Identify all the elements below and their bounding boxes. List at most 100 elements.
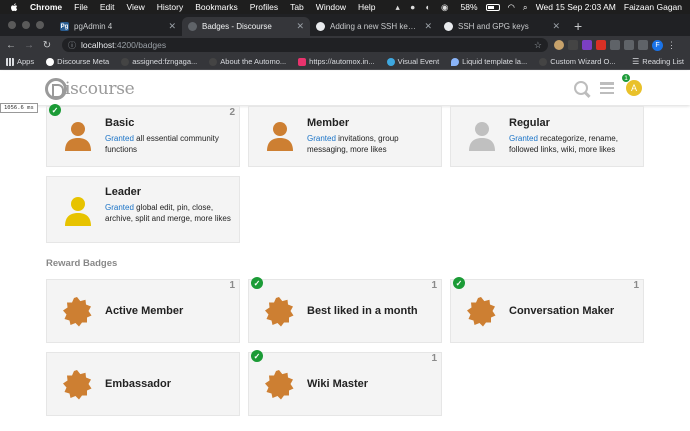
badge-name[interactable]: Basic: [105, 117, 134, 129]
badge-card-conversation-maker[interactable]: ✓ 1 Conversation Maker: [450, 277, 644, 343]
reward-badges-heading: Reward Badges: [46, 258, 118, 269]
search-icon[interactable]: [574, 81, 588, 95]
close-tab-icon[interactable]: ✕: [168, 21, 176, 32]
badge-card-best-liked[interactable]: ✓ 1 Best liked in a month: [248, 277, 442, 343]
zoom-window-icon[interactable]: [36, 21, 44, 29]
bookmark-liquid[interactable]: Liquid template la...: [451, 57, 527, 66]
info-icon[interactable]: ⓘ: [68, 40, 76, 51]
reading-list[interactable]: ☰ Reading List: [632, 57, 690, 66]
notification-badge[interactable]: 1: [621, 73, 631, 83]
extension-cookie-icon[interactable]: [554, 40, 564, 50]
extension-gray-icon[interactable]: [610, 40, 620, 50]
bookmark-visual-event[interactable]: Visual Event: [386, 57, 439, 66]
search-icon[interactable]: ⌕: [523, 2, 528, 13]
badge-count: 1: [431, 353, 437, 364]
tab-ssh-gpg[interactable]: SSH and GPG keys ✕: [438, 17, 566, 36]
apple-icon[interactable]: [10, 2, 18, 12]
bookmark-favicon-icon: [121, 57, 130, 66]
extension-window-icon[interactable]: [624, 40, 634, 50]
bookmark-custom-wizard[interactable]: Custom Wizard O...: [539, 57, 616, 66]
granted-link[interactable]: Granted: [105, 203, 134, 212]
bookmark-apps[interactable]: Apps: [6, 57, 34, 66]
badge-description: Granted all essential community function…: [105, 134, 219, 154]
badge-name[interactable]: Conversation Maker: [509, 305, 614, 317]
wifi-icon[interactable]: ◠: [508, 2, 515, 13]
menu-window[interactable]: Window: [316, 2, 346, 12]
close-tab-icon[interactable]: ✕: [552, 21, 560, 32]
menu-view[interactable]: View: [126, 2, 144, 12]
minimize-window-icon[interactable]: [22, 21, 30, 29]
menu-help[interactable]: Help: [358, 2, 375, 12]
menu-profiles[interactable]: Profiles: [250, 2, 278, 12]
browser-toolbar: ← → ↻ ⓘ localhost:4200/badges ☆ F ⋮: [0, 36, 690, 54]
tab-title: Adding a new SSH key to your: [330, 22, 419, 31]
user-avatar[interactable]: 1 A: [621, 73, 642, 96]
menu-history[interactable]: History: [157, 2, 183, 12]
granted-link[interactable]: Granted: [105, 134, 134, 143]
extensions-icon[interactable]: [638, 40, 648, 50]
more-menu-icon[interactable]: ⋮: [667, 40, 676, 51]
hamburger-menu-icon[interactable]: [600, 82, 614, 94]
discourse-icon: [46, 57, 55, 66]
close-window-icon[interactable]: [8, 21, 16, 29]
menu-tab[interactable]: Tab: [290, 2, 304, 12]
menu-edit[interactable]: Edit: [100, 2, 115, 12]
forward-button[interactable]: →: [20, 40, 38, 51]
granted-check-icon: ✓: [251, 277, 263, 289]
back-button[interactable]: ←: [2, 40, 20, 51]
clock[interactable]: Wed 15 Sep 2:03 AM: [536, 2, 616, 12]
badge-card-wiki-master[interactable]: ✓ 1 Wiki Master: [248, 350, 442, 416]
bookmark-about-automox[interactable]: About the Automo...: [209, 57, 286, 66]
timing-indicator[interactable]: 1056.6 ms: [0, 103, 38, 113]
granted-check-icon: ✓: [453, 277, 465, 289]
badge-name[interactable]: Best liked in a month: [307, 305, 418, 317]
granted-link[interactable]: Granted: [509, 134, 538, 143]
tab-title: Badges - Discourse: [202, 22, 272, 31]
menu-app-name[interactable]: Chrome: [30, 2, 62, 12]
extension-red-icon[interactable]: [596, 40, 606, 50]
profile-avatar[interactable]: F: [652, 39, 663, 51]
bookmark-discourse-meta[interactable]: Discourse Meta: [46, 57, 109, 66]
granted-link[interactable]: Granted: [307, 134, 336, 143]
github-icon: [316, 22, 325, 31]
address-bar[interactable]: ⓘ localhost:4200/badges ☆: [62, 38, 548, 52]
reload-button[interactable]: ↻: [38, 40, 56, 51]
discourse-logo[interactable]: iscourse: [45, 78, 135, 100]
badge-name[interactable]: Leader: [105, 186, 141, 198]
badge-name[interactable]: Active Member: [105, 305, 183, 317]
user-icon: [267, 122, 293, 151]
badge-card-member[interactable]: Member Granted invitations, group messag…: [248, 106, 442, 167]
badge-name[interactable]: Member: [307, 117, 349, 129]
menu-bookmarks[interactable]: Bookmarks: [195, 2, 238, 12]
battery-icon[interactable]: [485, 3, 500, 11]
extension-puzzle-icon[interactable]: [568, 40, 578, 50]
badge-name[interactable]: Regular: [509, 117, 550, 129]
badge-card-basic[interactable]: ✓ 2 Basic Granted all essential communit…: [46, 104, 240, 167]
bookmark-star-icon[interactable]: ☆: [534, 40, 542, 51]
drop-icon: [451, 57, 460, 66]
tab-badges-discourse[interactable]: Badges - Discourse ✕: [182, 17, 310, 36]
badge-description: Granted recategorize, rename, followed l…: [509, 134, 618, 154]
tab-pgadmin[interactable]: Pg pgAdmin 4 ✕: [54, 17, 182, 36]
badge-card-regular[interactable]: Regular Granted recategorize, rename, fo…: [450, 106, 644, 167]
bookmark-assigned[interactable]: assigned:fzngaga...: [121, 57, 197, 66]
badge-name[interactable]: Embassador: [105, 378, 171, 390]
new-tab-button[interactable]: +: [566, 18, 590, 36]
extension-badge-icon[interactable]: [582, 40, 592, 50]
bookmark-automox[interactable]: https://automox.in...: [298, 57, 375, 66]
close-tab-icon[interactable]: ✕: [296, 21, 304, 32]
tab-ssh-key[interactable]: Adding a new SSH key to your ✕: [310, 17, 438, 36]
badge-name[interactable]: Wiki Master: [307, 378, 368, 390]
reading-list-icon: ☰: [632, 57, 640, 66]
logo-text: iscourse: [65, 79, 135, 99]
badge-card-active-member[interactable]: 1 Active Member: [46, 279, 240, 343]
granted-check-icon: ✓: [251, 350, 263, 362]
close-tab-icon[interactable]: ✕: [424, 21, 432, 32]
badge-description: Granted invitations, group messaging, mo…: [307, 134, 399, 154]
badge-card-embassador[interactable]: Embassador: [46, 352, 240, 416]
window-controls: [0, 21, 54, 36]
apps-grid-icon: [6, 57, 14, 66]
menu-file[interactable]: File: [74, 2, 88, 12]
badge-card-leader[interactable]: Leader Granted global edit, pin, close, …: [46, 176, 240, 243]
user-name[interactable]: Faizaan Gagan: [624, 2, 682, 12]
